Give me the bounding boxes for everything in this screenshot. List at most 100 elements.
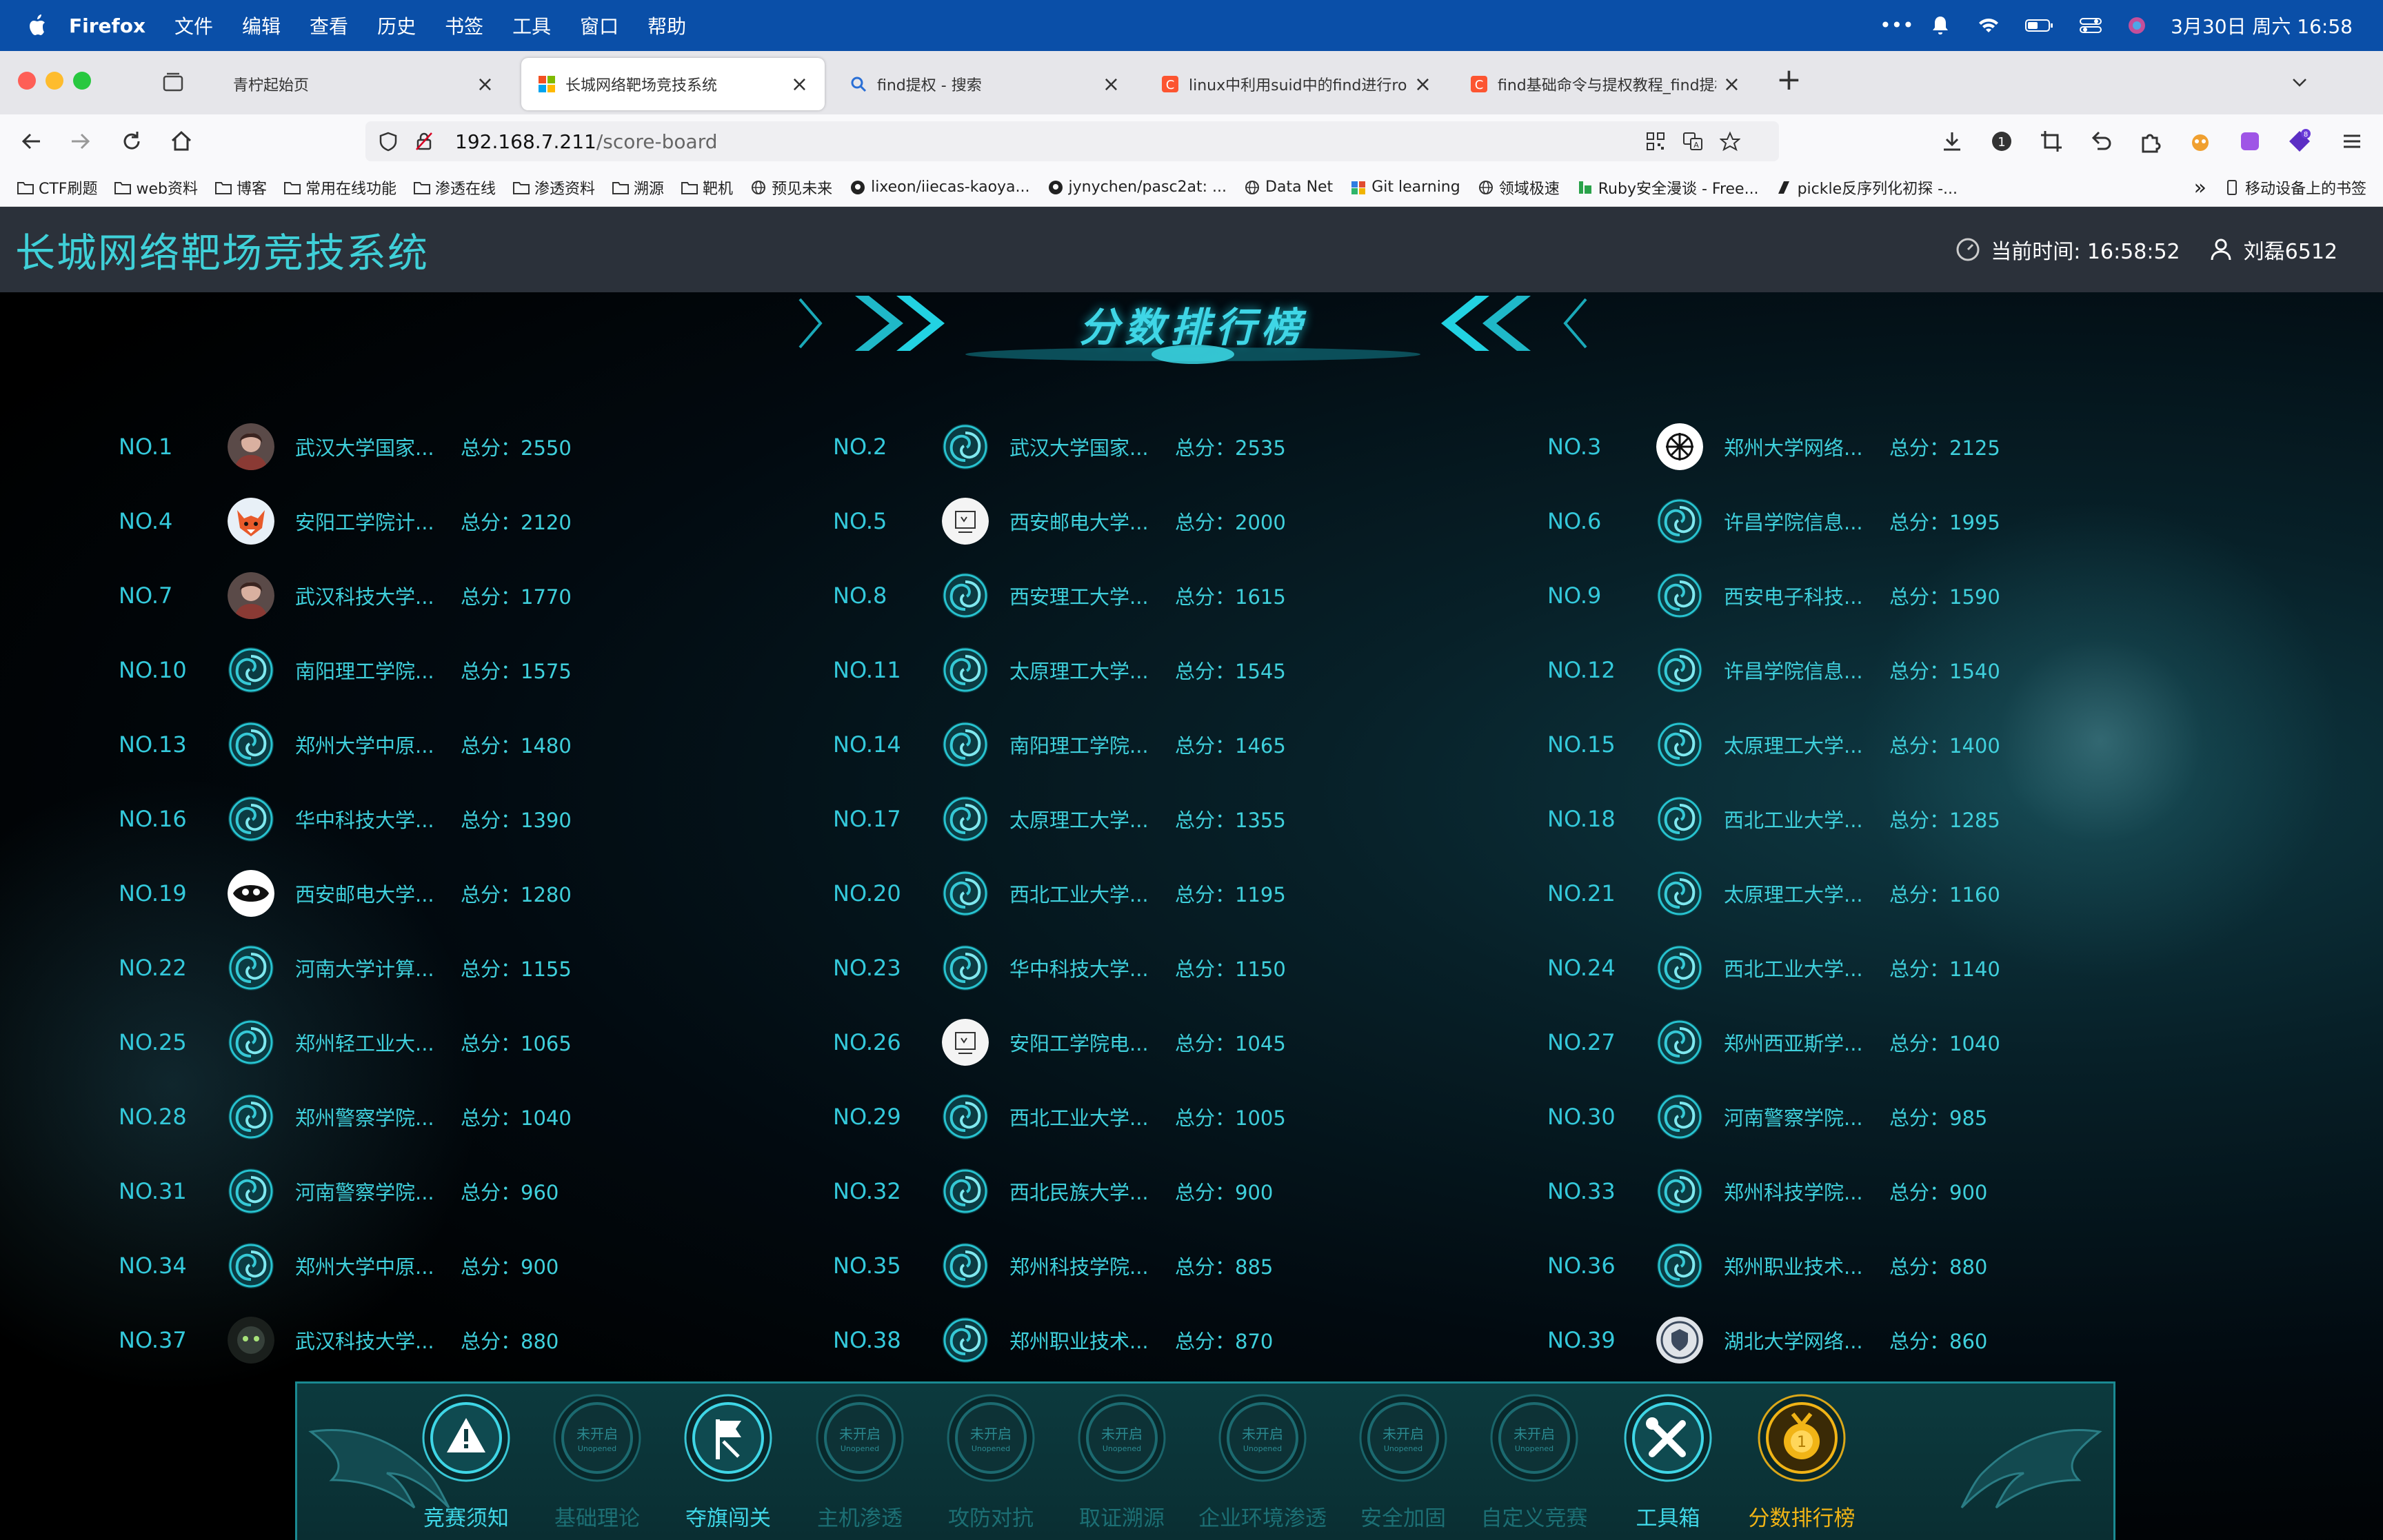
bell-icon[interactable] [1928,15,1953,36]
list-all-tabs-icon[interactable] [2289,72,2310,92]
tab-overview-icon[interactable] [161,70,185,94]
bookmark-link[interactable]: jynychen/pasc2at: ... [1047,179,1227,196]
bookmark-label: 博客 [236,180,267,198]
app-menu-firefox[interactable]: Firefox [69,14,145,37]
download-icon[interactable] [1939,128,1965,154]
extensions-icon[interactable] [2138,128,2164,154]
menu-file[interactable]: 文件 [174,12,213,39]
bookmark-link[interactable]: lixeon/iiecas-kaoya... [849,179,1030,196]
close-icon[interactable]: × [1414,72,1431,97]
dock-item-unopened[interactable]: 未开启 Unopened 安全加固 [1345,1384,1462,1540]
bookmark-link[interactable]: 预见未来 [750,176,832,199]
rank-entry: NO.32 西北民族大学... 总分：900 [833,1154,1522,1228]
scoreboard-main: 分数排行榜 NO.1 武汉大学国家... 总分：2550 NO.2 武汉大学国家... 总… [0,292,2383,1540]
bookmark-label: web资料 [136,180,198,198]
bookmark-folder[interactable]: 靶机 [681,176,733,199]
control-center-icon[interactable] [2078,15,2103,36]
close-icon[interactable]: × [1723,72,1740,97]
menu-history[interactable]: 历史 [377,12,416,39]
window-close-button[interactable] [18,72,36,90]
team-avatar-icon [1656,944,1703,991]
dock-item-medal[interactable]: 1 分数排行榜 [1743,1384,1860,1540]
translate-icon[interactable]: A [1682,131,1703,152]
tab-linux-suid[interactable]: C linux中利用suid中的find进行root × [1145,58,1448,110]
dock-item-flag[interactable]: 夺旗闯关 [670,1384,787,1540]
reload-icon[interactable] [119,128,145,154]
bookmark-link[interactable]: Git learning [1349,179,1460,196]
home-icon[interactable] [168,128,194,154]
bookmark-link[interactable]: Data Net [1243,179,1333,196]
bookmark-folder[interactable]: 常用在线功能 [283,176,396,199]
qr-code-icon[interactable] [1645,131,1666,152]
bookmark-folder[interactable]: 溯源 [612,176,664,199]
addon-badge-icon[interactable]: 8 [2286,128,2313,154]
new-tab-button[interactable]: + [1776,62,1802,97]
team-score: 总分：1540 [1889,656,2000,685]
team-avatar-icon [942,572,989,619]
menu-window[interactable]: 窗口 [580,12,619,39]
rank-number: NO.7 [119,582,173,609]
battery-icon[interactable] [2024,15,2055,36]
close-icon[interactable]: × [791,72,808,97]
menu-view[interactable]: 查看 [310,12,348,39]
tab-find-search[interactable]: find提权 - 搜索 × [833,58,1136,110]
score-prefix: 总分： [461,585,521,609]
crop-icon[interactable] [2038,128,2064,154]
insecure-lock-icon[interactable] [414,131,434,152]
tab-scoreboard[interactable]: 长城网络靶场竞技系统 × [521,58,825,110]
bookmark-link[interactable]: pickle反序列化初探 -... [1776,176,1958,199]
dock-item-tools[interactable]: 工具箱 [1609,1384,1727,1540]
close-icon[interactable]: × [1103,72,1120,97]
undo-icon[interactable] [2088,128,2114,154]
dock-item-unopened[interactable]: 未开启 Unopened 取证溯源 [1063,1384,1180,1540]
bookmark-folder[interactable]: 渗透在线 [413,176,496,199]
menubar-clock[interactable]: 3月30日 周六 16:58 [2171,12,2353,39]
menu-edit[interactable]: 编辑 [242,12,281,39]
tab-qingning[interactable]: 青柠起始页 × [207,58,510,110]
more-icon[interactable]: ••• [1880,15,1914,36]
wifi-icon[interactable] [1976,15,2001,36]
tampermonkey-icon[interactable] [2187,128,2213,154]
bookmark-folder[interactable]: 博客 [214,176,267,199]
bookmark-folder[interactable]: web资料 [114,176,198,199]
dock-item-unopened[interactable]: 未开启 Unopened 基础理论 [539,1384,656,1540]
bookmark-link[interactable]: 领域极速 [1477,176,1560,199]
forward-arrow-icon[interactable] [68,128,94,154]
team-name: 西安电子科技... [1724,585,1863,609]
menu-help[interactable]: 帮助 [647,12,686,39]
username[interactable]: 刘磊6512 [2244,234,2337,265]
back-arrow-icon[interactable] [18,128,44,154]
window-zoom-button[interactable] [73,72,91,90]
star-bookmark-icon[interactable] [1720,131,1740,152]
hamburger-menu-icon[interactable] [2339,128,2365,154]
menu-tools[interactable]: 工具 [512,12,551,39]
dock-item-unopened[interactable]: 未开启 Unopened 企业环境渗透 [1198,1384,1327,1540]
bookmark-link[interactable]: Ruby安全漫谈 - Free... [1576,176,1759,199]
team-avatar-icon [942,1093,989,1140]
shield-icon[interactable] [378,131,399,152]
bookmark-folder[interactable]: CTF刷题 [17,176,97,199]
team-avatar-icon [1656,796,1703,842]
dock-item-warning[interactable]: 竞赛须知 [408,1384,525,1540]
bookmarks-overflow-button[interactable]: » [2194,176,2206,200]
password-extension-icon[interactable]: 1 [1989,128,2015,154]
tab-find-basics[interactable]: C find基础命令与提权教程_find提权 × [1454,58,1757,110]
url-bar[interactable]: 192.168.7.211/score-board A [365,121,1779,161]
apple-icon[interactable] [26,14,47,37]
siri-icon[interactable] [2126,15,2147,36]
mobile-bookmarks-folder[interactable]: 移动设备上的书签 [2223,176,2366,199]
menu-bookmarks[interactable]: 书签 [445,12,483,39]
user-icon[interactable] [2208,236,2234,263]
addon-purple-icon[interactable] [2237,128,2263,154]
site-title[interactable]: 长城网络靶场竞技系统 [15,221,429,278]
window-minimize-button[interactable] [46,72,63,90]
dock-item-unopened[interactable]: 未开启 Unopened 自定义竞赛 [1476,1384,1593,1540]
bookmark-folder[interactable]: 渗透资料 [512,176,595,199]
rank-entry: NO.12 许昌学院信息... 总分：1540 [1547,633,2237,707]
warning-icon [422,1394,510,1482]
close-icon[interactable]: × [476,72,494,97]
score-prefix: 总分： [461,436,521,460]
dock-item-unopened[interactable]: 未开启 Unopened 攻防对抗 [932,1384,1049,1540]
team-score: 总分：2125 [1889,432,2000,461]
dock-item-unopened[interactable]: 未开启 Unopened 主机渗透 [801,1384,918,1540]
